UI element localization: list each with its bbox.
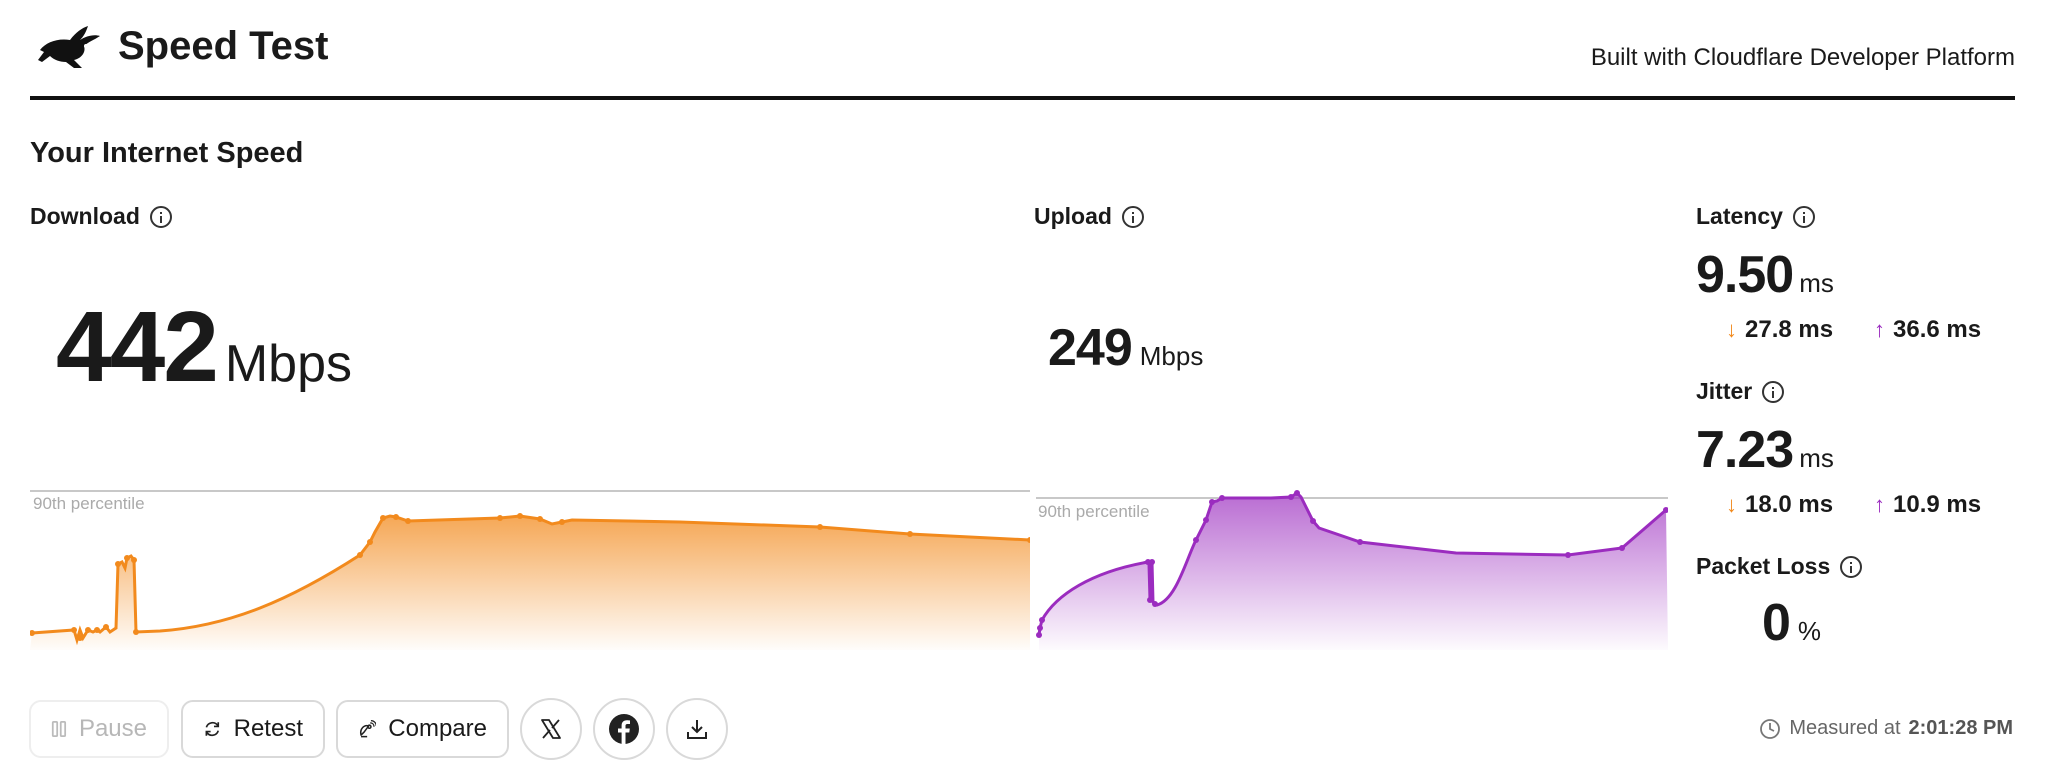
download-value: 442 Mbps (56, 290, 352, 405)
jitter-up: ↑ 10.9 ms (1874, 491, 1981, 519)
jitter-number: 7.23 (1696, 421, 1794, 479)
packet-loss-value: 0 % (1762, 593, 1821, 653)
latency-unit: ms (1799, 268, 1834, 298)
jitter-label: Jitter (1696, 378, 1785, 405)
retest-button[interactable]: Retest (181, 700, 325, 758)
pause-icon (51, 721, 67, 737)
compare-label: Compare (388, 715, 487, 742)
download-label: Download (30, 203, 172, 230)
download-number: 442 (56, 291, 219, 403)
latency-label-text: Latency (1696, 203, 1783, 229)
latency-up-value: 36.6 ms (1893, 316, 1982, 343)
facebook-icon (609, 714, 639, 744)
arrow-up-icon: ↑ (1874, 317, 1885, 342)
upload-number: 249 (1048, 319, 1133, 377)
x-icon (541, 719, 561, 739)
download-icon (687, 720, 707, 739)
jitter-value: 7.23 ms (1696, 420, 1834, 480)
compare-button[interactable]: Compare (336, 700, 509, 758)
packet-loss-label: Packet Loss (1696, 553, 1863, 580)
pause-button[interactable]: Pause (29, 700, 169, 758)
latency-number: 9.50 (1696, 246, 1794, 304)
jitter-unit: ms (1799, 443, 1834, 473)
jitter-down: ↓ 18.0 ms (1726, 491, 1833, 519)
retest-icon (205, 721, 220, 737)
percentile-label: 90th percentile (33, 494, 145, 513)
arrow-down-icon: ↓ (1726, 492, 1737, 517)
info-icon[interactable] (1840, 555, 1863, 578)
jitter-down-value: 18.0 ms (1745, 491, 1834, 518)
packet-loss-number: 0 (1762, 594, 1791, 652)
info-icon[interactable] (1121, 205, 1144, 228)
built-with-link[interactable]: Built with Cloudflare Developer Platform (1591, 44, 2015, 72)
packet-loss-label-text: Packet Loss (1696, 553, 1831, 579)
section-title: Your Internet Speed (30, 137, 304, 169)
download-label-text: Download (30, 203, 140, 229)
latency-up: ↑ 36.6 ms (1874, 316, 1981, 344)
compare-icon (359, 720, 377, 738)
latency-value: 9.50 ms (1696, 245, 1834, 305)
measured-prefix: Measured at (1789, 717, 1901, 739)
latency-down-value: 27.8 ms (1745, 316, 1834, 343)
retest-label: Retest (233, 715, 303, 742)
rabbit-logo-icon (38, 26, 100, 68)
download-chart: 90th percentile (30, 490, 1030, 650)
latency-label: Latency (1696, 203, 1815, 230)
percentile-label: 90th percentile (1038, 502, 1150, 521)
measured-time: 2:01:28 PM (1908, 717, 2014, 739)
jitter-label-text: Jitter (1696, 378, 1753, 404)
download-unit: Mbps (224, 335, 353, 393)
jitter-up-value: 10.9 ms (1893, 491, 1982, 518)
pause-label: Pause (78, 715, 147, 742)
share-x-button[interactable] (520, 698, 582, 760)
download-results-button[interactable] (666, 698, 728, 760)
arrow-up-icon: ↑ (1874, 492, 1885, 517)
packet-loss-unit: % (1797, 616, 1822, 646)
upload-label: Upload (1034, 203, 1144, 230)
upload-label-text: Upload (1034, 203, 1112, 229)
app-title: Speed Test (118, 24, 329, 68)
header: Speed Test Built with Cloudflare Develop… (30, 0, 2015, 100)
info-icon[interactable] (149, 205, 172, 228)
latency-down: ↓ 27.8 ms (1726, 316, 1833, 344)
info-icon[interactable] (1792, 205, 1815, 228)
upload-chart: 90th percentile (1036, 490, 1668, 650)
arrow-down-icon: ↓ (1726, 317, 1737, 342)
upload-unit: Mbps (1139, 341, 1204, 371)
info-icon[interactable] (1762, 380, 1785, 403)
upload-value: 249 Mbps (1048, 318, 1203, 378)
clock-icon (1760, 718, 1781, 739)
measured-at: Measured at 2:01:28 PM (1759, 717, 2013, 740)
share-facebook-button[interactable] (593, 698, 655, 760)
